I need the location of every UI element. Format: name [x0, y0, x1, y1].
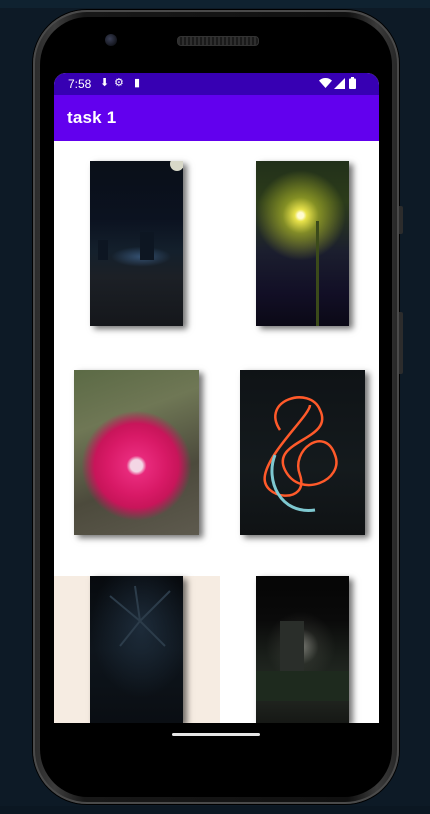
sd-card-icon: ▮ — [134, 77, 141, 89]
wifi-icon — [319, 78, 332, 88]
power-button[interactable] — [399, 206, 403, 234]
trees-shape — [256, 671, 349, 701]
status-bar: 7:58 ⬇ ⚙ ▮ — [54, 73, 379, 95]
app-bar: task 1 — [54, 95, 379, 141]
lamp-pole-shape — [316, 221, 319, 326]
home-gesture-handle[interactable] — [172, 733, 260, 736]
front-camera — [105, 34, 117, 46]
gallery-image-light-painting[interactable] — [240, 370, 365, 535]
desktop-background-top — [0, 0, 430, 8]
gallery-image-palm-night[interactable] — [90, 576, 183, 723]
moon-shape — [170, 161, 183, 171]
building-shape — [98, 240, 108, 260]
settings-icon: ⚙ — [114, 77, 124, 89]
navigation-bar — [54, 723, 379, 758]
gallery-image-pink-flower[interactable] — [74, 370, 199, 535]
earpiece-speaker — [177, 36, 259, 46]
gallery-image-street-lamp[interactable] — [256, 161, 349, 326]
download-icon: ⬇ — [100, 77, 110, 89]
gallery-image-street-night[interactable] — [256, 576, 349, 723]
palm-leaves-shape — [109, 585, 171, 647]
app-title: task 1 — [67, 108, 117, 127]
desktop-background-bottom — [0, 806, 430, 814]
gallery-image-night-city[interactable] — [90, 161, 183, 326]
status-time: 7:58 — [68, 77, 92, 91]
battery-icon — [349, 77, 356, 89]
signal-icon — [334, 78, 345, 89]
volume-button[interactable] — [399, 312, 403, 374]
light-trail-shape — [263, 396, 338, 512]
building-shape — [140, 232, 154, 260]
building-shape — [280, 621, 304, 671]
app-screen: 7:58 ⬇ ⚙ ▮ task 1 — [54, 73, 379, 723]
